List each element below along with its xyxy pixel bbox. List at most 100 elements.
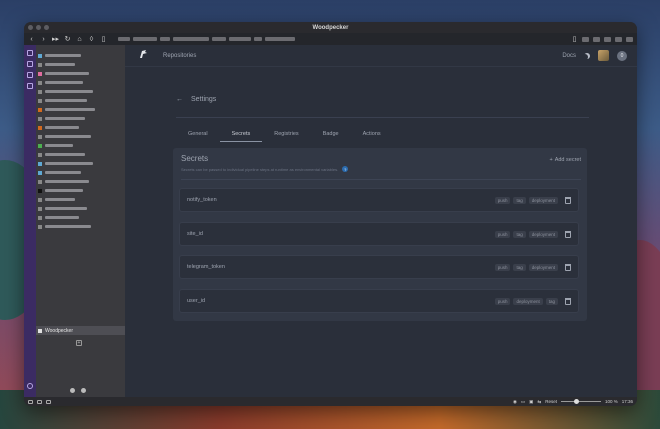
- sidebar-toggle-icon[interactable]: ▯: [100, 36, 107, 43]
- zoom-slider[interactable]: [560, 399, 601, 404]
- nav-repositories-link[interactable]: Repositories: [163, 53, 196, 59]
- description-text: Secrets can be passed to individual pipe…: [181, 166, 339, 172]
- woodpecker-favicon-icon: [38, 328, 42, 333]
- panel-toggle-icon[interactable]: [28, 399, 33, 404]
- secret-name: notify_token: [187, 197, 217, 203]
- tab-badge[interactable]: Badge: [311, 131, 351, 142]
- new-tab-button[interactable]: +: [76, 340, 82, 346]
- add-secret-button[interactable]: + Add secret: [549, 157, 581, 163]
- secrets-title: Secrets: [181, 154, 209, 163]
- delete-secret-icon[interactable]: [565, 230, 571, 238]
- tab-item[interactable]: [36, 60, 125, 69]
- event-badge: tag: [513, 263, 526, 271]
- window-title: Woodpecker: [312, 24, 349, 31]
- tab-item[interactable]: [36, 204, 125, 213]
- address-bar[interactable]: [118, 37, 295, 41]
- woodpecker-logo-icon[interactable]: [137, 49, 149, 63]
- window-icon[interactable]: [37, 399, 42, 404]
- user-avatar[interactable]: [598, 50, 609, 61]
- tab-actions[interactable]: Actions: [351, 131, 393, 142]
- shield-icon[interactable]: ◊: [88, 36, 95, 43]
- tab-item[interactable]: [36, 222, 125, 231]
- tab-item[interactable]: [36, 69, 125, 78]
- secret-row[interactable]: notify_token push tag deployment: [179, 188, 579, 212]
- page-content: Repositories Docs 0 ← Settings General S…: [125, 45, 637, 397]
- event-badge: deployment: [528, 230, 558, 238]
- extension-icon[interactable]: [615, 36, 622, 42]
- tab-item[interactable]: [36, 159, 125, 168]
- extension-icon[interactable]: [582, 36, 589, 42]
- divider: [181, 179, 581, 180]
- tiling-icon[interactable]: ▭: [521, 399, 525, 405]
- cloud-icon[interactable]: [70, 388, 75, 393]
- event-badge: deployment: [528, 196, 558, 204]
- tab-item[interactable]: [36, 51, 125, 60]
- tab-item[interactable]: [36, 114, 125, 123]
- extension-icon[interactable]: [626, 36, 633, 42]
- panel-strip: [24, 45, 36, 397]
- info-icon[interactable]: ?: [342, 166, 349, 172]
- bookmark-icon[interactable]: ▯: [571, 36, 578, 43]
- secret-name: site_id: [187, 231, 203, 237]
- tab-item[interactable]: [36, 96, 125, 105]
- zoom-reset-button[interactable]: Reset: [545, 399, 557, 404]
- status-bar: ◉ ▭ ▣ ⇆ Reset 100 % 17:36: [24, 397, 637, 406]
- settings-gear-icon[interactable]: [27, 383, 33, 389]
- window-controls[interactable]: [28, 25, 49, 30]
- tab-item[interactable]: [36, 132, 125, 141]
- tab-item[interactable]: [36, 168, 125, 177]
- active-tab[interactable]: Woodpecker: [36, 326, 125, 335]
- active-tab-label: Woodpecker: [45, 327, 73, 334]
- tab-item[interactable]: [36, 78, 125, 87]
- nav-docs-link[interactable]: Docs: [562, 53, 576, 59]
- back-icon[interactable]: ‹: [28, 36, 35, 43]
- tab-item[interactable]: [36, 177, 125, 186]
- tab-item[interactable]: [36, 87, 125, 96]
- bookmarks-panel-icon[interactable]: [27, 50, 33, 56]
- tab-item[interactable]: [36, 213, 125, 222]
- secret-name: user_id: [187, 298, 206, 304]
- browser-window: Woodpecker ‹ › ▸▸ ↻ ⌂ ◊ ▯ ▯ Woodpecker +…: [24, 22, 637, 406]
- settings-header: ← Settings: [176, 96, 216, 103]
- tab-item[interactable]: [36, 186, 125, 195]
- reload-icon[interactable]: ↻: [64, 36, 71, 43]
- page-title: Settings: [191, 96, 217, 103]
- delete-secret-icon[interactable]: [565, 196, 571, 204]
- tab-item[interactable]: [36, 105, 125, 114]
- downloads-panel-icon[interactable]: [27, 61, 33, 67]
- forward-icon[interactable]: ›: [40, 36, 47, 43]
- trash-icon[interactable]: [81, 388, 86, 393]
- capture-icon[interactable]: ◉: [513, 399, 517, 405]
- fast-forward-icon[interactable]: ▸▸: [52, 36, 59, 43]
- dark-mode-toggle-icon[interactable]: [584, 53, 590, 59]
- tab-item[interactable]: [36, 141, 125, 150]
- delete-secret-icon[interactable]: [565, 297, 571, 305]
- image-icon[interactable]: ▣: [529, 399, 533, 405]
- secret-row[interactable]: site_id push tag deployment: [179, 222, 579, 246]
- back-arrow-icon[interactable]: ←: [176, 96, 183, 103]
- tab-item[interactable]: [36, 150, 125, 159]
- notes-panel-icon[interactable]: [27, 83, 33, 89]
- tab-general[interactable]: General: [176, 131, 220, 142]
- notification-badge[interactable]: 0: [617, 50, 627, 61]
- extension-icon[interactable]: [593, 36, 600, 42]
- tab-registries[interactable]: Registries: [262, 131, 310, 142]
- secret-row[interactable]: user_id push deployment tag: [179, 289, 579, 313]
- history-panel-icon[interactable]: [27, 72, 33, 78]
- event-badge: push: [494, 263, 511, 271]
- plus-icon: +: [549, 157, 553, 163]
- secrets-panel: Secrets Secrets can be passed to individ…: [173, 148, 587, 321]
- cloud-sync-icon[interactable]: [46, 399, 51, 404]
- sync-icon[interactable]: ⇆: [537, 399, 541, 405]
- delete-secret-icon[interactable]: [565, 263, 571, 271]
- secret-row[interactable]: telegram_token push tag deployment: [179, 255, 579, 279]
- event-badge: deployment: [513, 297, 543, 305]
- tab-secrets[interactable]: Secrets: [219, 131, 263, 142]
- extension-icon[interactable]: [604, 36, 611, 42]
- tab-item[interactable]: [36, 123, 125, 132]
- tab-item[interactable]: [36, 195, 125, 204]
- divider: [176, 117, 589, 118]
- home-icon[interactable]: ⌂: [76, 36, 83, 43]
- secret-name: telegram_token: [187, 264, 225, 270]
- zoom-slider-knob[interactable]: [574, 399, 580, 404]
